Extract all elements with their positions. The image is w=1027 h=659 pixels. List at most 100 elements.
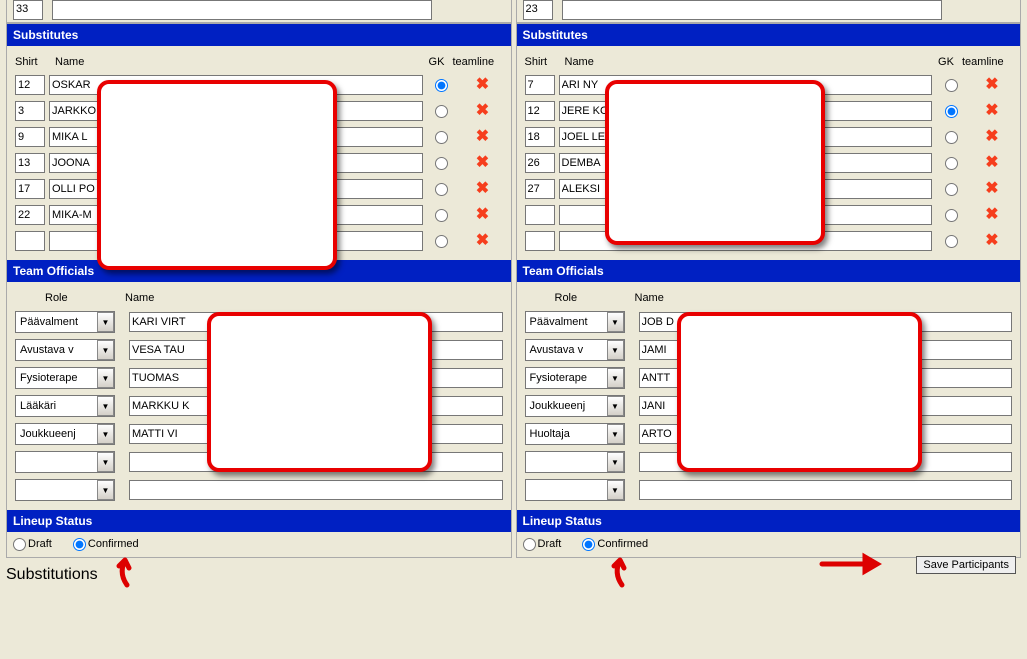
top-shirt-input[interactable]: 23	[523, 0, 553, 20]
remove-icon[interactable]: ✖	[972, 129, 1012, 145]
chevron-down-icon[interactable]: ▼	[607, 424, 624, 444]
remove-icon[interactable]: ✖	[972, 155, 1012, 171]
substitutes-body: Shirt Name GK teamline ✖✖✖✖✖✖✖	[517, 46, 1021, 260]
shirt-input[interactable]	[15, 153, 45, 173]
chevron-down-icon[interactable]: ▼	[97, 368, 114, 388]
role-select[interactable]: Päävalment▼	[15, 311, 115, 333]
shirt-input[interactable]	[525, 231, 555, 251]
remove-icon[interactable]: ✖	[972, 233, 1012, 249]
role-select[interactable]: Joukkueenj▼	[15, 423, 115, 445]
role-select[interactable]: Päävalment▼	[525, 311, 625, 333]
chevron-down-icon[interactable]: ▼	[97, 340, 114, 360]
remove-icon[interactable]: ✖	[463, 155, 503, 171]
role-select[interactable]: ▼	[15, 451, 115, 473]
substitutes-body: Shirt Name GK teamline ✖✖✖✖✖✖✖	[7, 46, 511, 260]
gk-radio[interactable]	[945, 105, 958, 118]
top-name-input[interactable]	[562, 0, 942, 20]
col-role: Role	[525, 292, 635, 304]
remove-icon[interactable]: ✖	[463, 77, 503, 93]
shirt-input[interactable]	[15, 101, 45, 121]
col-name: Name	[635, 292, 1013, 304]
official-name-input[interactable]	[129, 480, 503, 500]
top-name-input[interactable]	[52, 0, 432, 20]
official-row: ▼	[13, 476, 505, 504]
col-name: Name	[125, 292, 503, 304]
col-name: Name	[55, 56, 421, 68]
col-gk: GK	[930, 56, 962, 68]
lineup-header: Lineup Status	[517, 510, 1021, 532]
role-select[interactable]: Huoltaja▼	[525, 423, 625, 445]
shirt-input[interactable]	[15, 205, 45, 225]
officials-header: Team Officials	[517, 260, 1021, 282]
gk-radio[interactable]	[435, 105, 448, 118]
lineup-body: Draft Confirmed Save Participants	[517, 532, 1021, 557]
gk-radio[interactable]	[945, 157, 958, 170]
gk-radio[interactable]	[435, 157, 448, 170]
shirt-input[interactable]	[525, 75, 555, 95]
chevron-down-icon[interactable]: ▼	[97, 396, 114, 416]
chevron-down-icon[interactable]: ▼	[97, 312, 114, 332]
shirt-input[interactable]	[525, 205, 555, 225]
shirt-input[interactable]	[525, 127, 555, 147]
col-shirt: Shirt	[525, 56, 565, 68]
role-select[interactable]: Fysioterape▼	[15, 367, 115, 389]
chevron-down-icon[interactable]: ▼	[97, 424, 114, 444]
official-name-input[interactable]	[639, 480, 1013, 500]
chevron-down-icon[interactable]: ▼	[607, 368, 624, 388]
remove-icon[interactable]: ✖	[463, 129, 503, 145]
annotation-box	[97, 80, 337, 270]
gk-radio[interactable]	[435, 131, 448, 144]
role-select[interactable]: Avustava v▼	[15, 339, 115, 361]
annotation-box	[605, 80, 825, 245]
remove-icon[interactable]: ✖	[463, 207, 503, 223]
confirmed-option[interactable]: Confirmed	[73, 538, 139, 550]
role-select[interactable]: ▼	[525, 451, 625, 473]
col-shirt: Shirt	[15, 56, 55, 68]
remove-icon[interactable]: ✖	[972, 77, 1012, 93]
gk-radio[interactable]	[945, 79, 958, 92]
chevron-down-icon[interactable]: ▼	[607, 452, 624, 472]
chevron-down-icon[interactable]: ▼	[607, 312, 624, 332]
draft-option[interactable]: Draft	[523, 538, 562, 550]
remove-icon[interactable]: ✖	[972, 207, 1012, 223]
shirt-input[interactable]	[525, 101, 555, 121]
shirt-input[interactable]	[15, 127, 45, 147]
role-select[interactable]: Avustava v▼	[525, 339, 625, 361]
chevron-down-icon[interactable]: ▼	[97, 480, 114, 500]
chevron-down-icon[interactable]: ▼	[97, 452, 114, 472]
role-select[interactable]: ▼	[15, 479, 115, 501]
remove-icon[interactable]: ✖	[972, 103, 1012, 119]
role-select[interactable]: ▼	[525, 479, 625, 501]
annotation-box	[677, 312, 922, 472]
chevron-down-icon[interactable]: ▼	[607, 480, 624, 500]
substitutions-heading: Substitutions	[6, 566, 98, 584]
gk-radio[interactable]	[435, 79, 448, 92]
gk-radio[interactable]	[435, 209, 448, 222]
shirt-input[interactable]	[525, 179, 555, 199]
chevron-down-icon[interactable]: ▼	[607, 396, 624, 416]
gk-radio[interactable]	[945, 235, 958, 248]
remove-icon[interactable]: ✖	[972, 181, 1012, 197]
top-shirt-input[interactable]: 33	[13, 0, 43, 20]
annotation-box	[207, 312, 432, 472]
gk-radio[interactable]	[435, 183, 448, 196]
gk-radio[interactable]	[945, 183, 958, 196]
role-select[interactable]: Joukkueenj▼	[525, 395, 625, 417]
remove-icon[interactable]: ✖	[463, 181, 503, 197]
shirt-input[interactable]	[525, 153, 555, 173]
role-select[interactable]: Lääkäri▼	[15, 395, 115, 417]
substitutes-header: Substitutes	[517, 24, 1021, 46]
gk-radio[interactable]	[945, 131, 958, 144]
gk-radio[interactable]	[435, 235, 448, 248]
role-select[interactable]: Fysioterape▼	[525, 367, 625, 389]
remove-icon[interactable]: ✖	[463, 233, 503, 249]
shirt-input[interactable]	[15, 179, 45, 199]
confirmed-option[interactable]: Confirmed	[582, 538, 648, 550]
save-participants-button[interactable]: Save Participants	[916, 556, 1016, 574]
remove-icon[interactable]: ✖	[463, 103, 503, 119]
shirt-input[interactable]	[15, 75, 45, 95]
gk-radio[interactable]	[945, 209, 958, 222]
draft-option[interactable]: Draft	[13, 538, 52, 550]
shirt-input[interactable]	[15, 231, 45, 251]
chevron-down-icon[interactable]: ▼	[607, 340, 624, 360]
